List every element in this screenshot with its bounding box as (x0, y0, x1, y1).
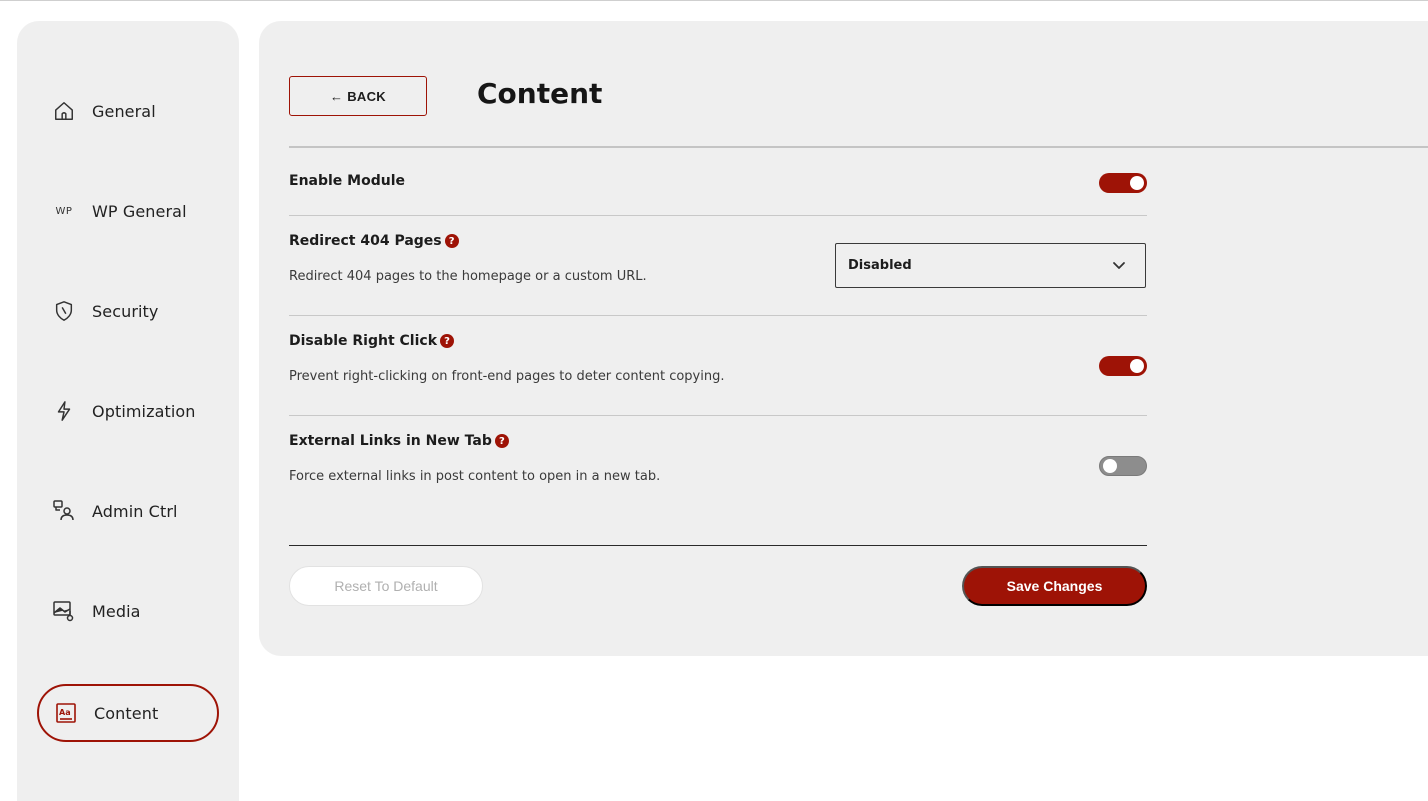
footer-divider (289, 545, 1147, 546)
toggle-knob (1103, 459, 1117, 473)
page-title: Content (477, 77, 603, 110)
setting-title: External Links in New Tab ? (289, 433, 1147, 449)
help-icon[interactable]: ? (444, 234, 459, 248)
row-divider (289, 315, 1147, 316)
sidebar-item-media[interactable]: Media (17, 583, 239, 639)
back-button[interactable]: ← BACK (289, 76, 427, 116)
sidebar-item-security[interactable]: Security (17, 283, 239, 339)
disable-right-click-toggle[interactable] (1099, 356, 1147, 376)
home-icon (51, 98, 77, 124)
svg-text:Aa: Aa (59, 708, 71, 717)
shield-icon (51, 298, 77, 324)
sidebar-item-label: Security (92, 301, 159, 321)
row-divider (289, 415, 1147, 416)
sidebar-item-label: Content (94, 703, 159, 723)
sidebar-item-wp-general[interactable]: WP WP General (17, 183, 239, 239)
content-settings-panel: ← BACK Content Enable Module Redirect 40… (259, 21, 1428, 656)
select-value: Disabled (848, 258, 912, 273)
setting-title-text: Redirect 404 Pages (289, 233, 442, 249)
row-divider (289, 215, 1147, 216)
sidebar: General WP WP General Security Optimizat… (17, 21, 239, 801)
image-icon (51, 598, 77, 624)
sidebar-item-label: Admin Ctrl (92, 501, 178, 521)
setting-title-text: Disable Right Click (289, 333, 438, 349)
wp-icon: WP (51, 198, 77, 224)
setting-title-text: Enable Module (289, 173, 405, 189)
help-icon[interactable]: ? (494, 434, 509, 448)
setting-disable-right-click: Disable Right Click ? Prevent right-clic… (289, 333, 1147, 384)
toggle-knob (1130, 176, 1144, 190)
sidebar-item-label: Media (92, 601, 141, 621)
sidebar-item-label: Optimization (92, 401, 196, 421)
sidebar-item-admin-ctrl[interactable]: Admin Ctrl (17, 483, 239, 539)
header-divider (289, 146, 1428, 148)
text-content-icon: Aa (53, 700, 79, 726)
enable-module-toggle[interactable] (1099, 173, 1147, 193)
redirect-404-select[interactable]: Disabled (835, 243, 1146, 288)
reset-to-default-button[interactable]: Reset To Default (289, 566, 483, 606)
setting-description: Prevent right-clicking on front-end page… (289, 369, 725, 384)
admin-user-icon (51, 498, 77, 524)
setting-description: Force external links in post content to … (289, 469, 661, 484)
sidebar-item-general[interactable]: General (17, 83, 239, 139)
save-changes-button[interactable]: Save Changes (962, 566, 1147, 606)
external-links-toggle[interactable] (1099, 456, 1147, 476)
setting-title: Enable Module (289, 173, 1147, 189)
toggle-knob (1130, 359, 1144, 373)
sidebar-item-label: General (92, 101, 156, 121)
sidebar-item-content[interactable]: Aa Content (37, 684, 219, 742)
top-border (0, 0, 1428, 1)
setting-external-links: External Links in New Tab ? Force extern… (289, 433, 1147, 484)
setting-title-text: External Links in New Tab (289, 433, 492, 449)
setting-description: Redirect 404 pages to the homepage or a … (289, 269, 647, 284)
sidebar-item-label: WP General (92, 201, 187, 221)
help-icon[interactable]: ? (440, 334, 455, 348)
setting-enable-module: Enable Module (289, 173, 1147, 193)
lightning-icon (51, 398, 77, 424)
sidebar-item-optimization[interactable]: Optimization (17, 383, 239, 439)
chevron-down-icon (1111, 258, 1127, 274)
setting-title: Disable Right Click ? (289, 333, 1147, 349)
wp-icon-text: WP (55, 205, 73, 217)
